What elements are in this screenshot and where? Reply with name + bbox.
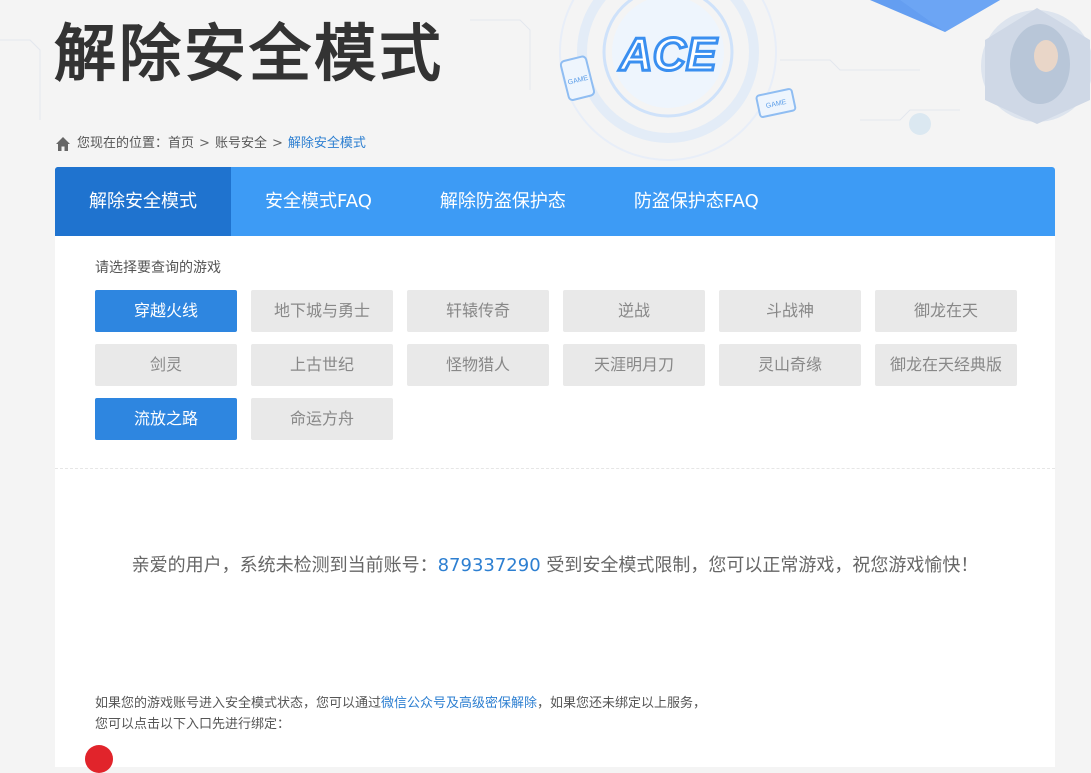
tab-anti-theft-faq[interactable]: 防盗保护态FAQ	[600, 167, 793, 236]
game-grid: 穿越火线 地下城与勇士 轩辕传奇 逆战 斗战神 御龙在天 剑灵 上古世纪 怪物猎…	[95, 290, 1035, 440]
home-icon	[56, 137, 70, 151]
breadcrumb-current: 解除安全模式	[287, 136, 366, 151]
tab-safe-mode-faq[interactable]: 安全模式FAQ	[231, 167, 406, 236]
game-button-lingshan[interactable]: 灵山奇缘	[719, 344, 861, 386]
status-text-before: 亲爱的用户，系统未检测到当前账号：	[131, 555, 438, 576]
game-button-poe[interactable]: 流放之路	[95, 398, 237, 440]
game-button-jianling[interactable]: 剑灵	[95, 344, 237, 386]
game-button-xuanyuan[interactable]: 轩辕传奇	[407, 290, 549, 332]
status-message: 亲爱的用户，系统未检测到当前账号：879337290 受到安全模式限制，您可以正…	[55, 551, 1055, 577]
svg-text:ACE: ACE	[618, 28, 717, 80]
breadcrumb-account-security-link[interactable]: 账号安全	[215, 134, 267, 154]
entry-icon[interactable]	[85, 745, 113, 773]
game-button-yulong[interactable]: 御龙在天	[875, 290, 1017, 332]
game-button-shanggu[interactable]: 上古世纪	[251, 344, 393, 386]
game-button-lost-ark[interactable]: 命运方舟	[251, 398, 393, 440]
breadcrumb-home-link[interactable]: 首页	[168, 134, 194, 154]
binding-note: 如果您的游戏账号进入安全模式状态，您可以通过微信公众号及高级密保解除，如果您还未…	[95, 693, 706, 735]
ace-logo-icon: ACE	[617, 27, 719, 82]
note-line-2: 您可以点击以下入口先进行绑定：	[95, 717, 291, 732]
game-select-section: 请选择要查询的游戏 穿越火线 地下城与勇士 轩辕传奇 逆战 斗战神 御龙在天 剑…	[55, 236, 1055, 469]
tab-unlock-anti-theft[interactable]: 解除防盗保护态	[406, 167, 600, 236]
game-button-nizhan[interactable]: 逆战	[563, 290, 705, 332]
page-title: 解除安全模式	[54, 17, 445, 90]
tab-unlock-safe-mode[interactable]: 解除安全模式	[55, 167, 231, 236]
note-text: 如果您的游戏账号进入安全模式状态，您可以通过	[95, 696, 382, 711]
game-select-hint: 请选择要查询的游戏	[95, 260, 221, 276]
breadcrumb-separator: >	[199, 136, 210, 151]
breadcrumb-separator: >	[271, 136, 283, 151]
game-button-yulong-classic[interactable]: 御龙在天经典版	[875, 344, 1017, 386]
game-button-dnf[interactable]: 地下城与勇士	[251, 290, 393, 332]
game-button-douzhanshen[interactable]: 斗战神	[719, 290, 861, 332]
main-panel: 解除安全模式 安全模式FAQ 解除防盗保护态 防盗保护态FAQ 请选择要查询的游…	[55, 167, 1055, 773]
game-button-monster-hunter[interactable]: 怪物猎人	[407, 344, 549, 386]
account-number: 879337290	[437, 555, 541, 576]
breadcrumb-prefix: 您现在的位置：	[77, 136, 169, 151]
note-line-1: 如果您的游戏账号进入安全模式状态，您可以通过微信公众号及高级密保解除，如果您还未…	[95, 693, 706, 714]
game-button-cf[interactable]: 穿越火线	[95, 290, 237, 332]
status-text-after: 受到安全模式限制，您可以正常游戏，祝您游戏愉快！	[540, 555, 979, 576]
tab-bar: 解除安全模式 安全模式FAQ 解除防盗保护态 防盗保护态FAQ	[55, 167, 1055, 236]
breadcrumb: 您现在的位置： 首页 > 账号安全 > 解除安全模式	[55, 134, 366, 154]
note-text: ，如果您还未绑定以上服务，	[537, 696, 707, 711]
game-button-tianya[interactable]: 天涯明月刀	[563, 344, 705, 386]
wechat-unlock-link[interactable]: 微信公众号及高级密保解除	[381, 696, 537, 711]
